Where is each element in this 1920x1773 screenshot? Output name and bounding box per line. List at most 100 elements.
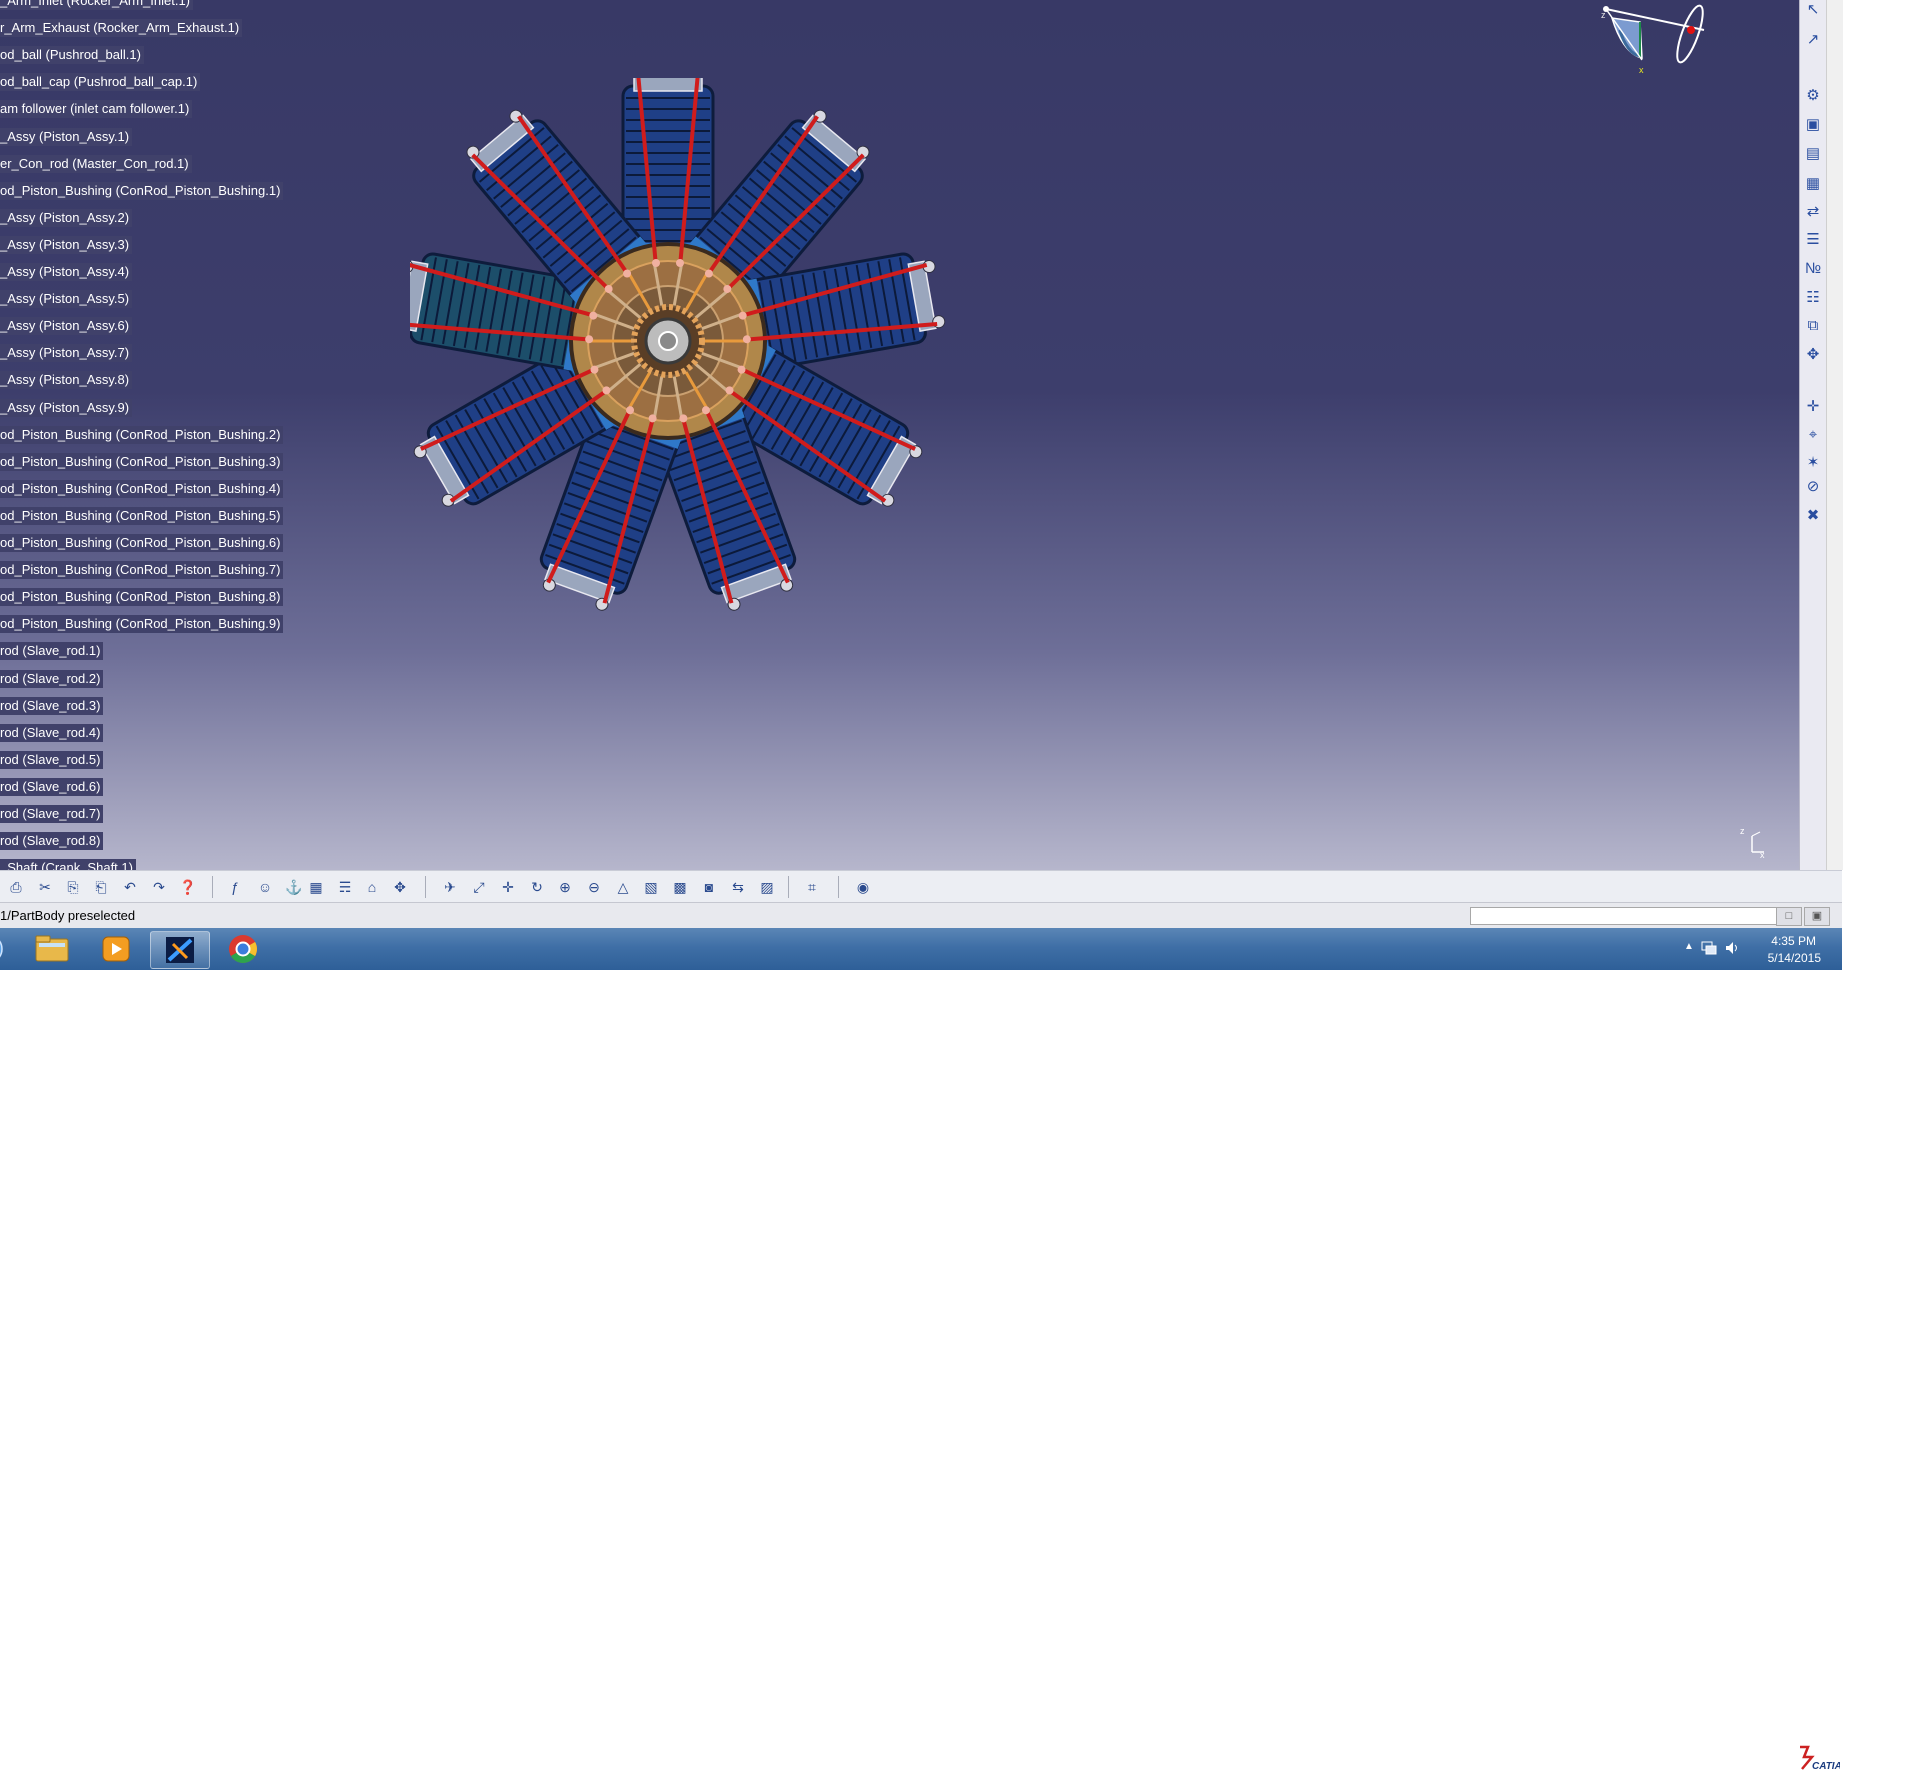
tree-node[interactable]: od_Piston_Bushing (ConRod_Piston_Bushing… (0, 452, 284, 471)
comment-icon[interactable]: ☺ (255, 878, 275, 896)
tree-node[interactable]: rod (Slave_rod.6) (0, 777, 104, 796)
snap-icon[interactable]: ⌖ (1803, 425, 1823, 445)
product-icon[interactable]: ▣ (1803, 115, 1823, 135)
zoom-in-icon[interactable]: ⊕ (555, 878, 575, 896)
tree-node[interactable]: od_Piston_Bushing (ConRod_Piston_Bushing… (0, 615, 284, 634)
crankshaft-center (658, 331, 678, 351)
taskbar-chrome[interactable] (214, 931, 272, 967)
multi-instantiation-icon[interactable]: ⧉ (1803, 316, 1823, 336)
swap-visible-icon[interactable]: ⇆ (728, 878, 748, 896)
copy-icon[interactable]: ⎘ (63, 878, 83, 896)
tree-node[interactable]: _Assy (Piston_Assy.8) (0, 371, 133, 390)
tree-node[interactable]: _Arm_Inlet (Rocker_Arm_Inlet.1) (0, 0, 194, 10)
bill-of-material-icon[interactable]: ☷ (1803, 288, 1823, 308)
tree-node[interactable]: er_Con_rod (Master_Con_rod.1) (0, 154, 192, 173)
tree-node[interactable]: _Assy (Piston_Assy.4) (0, 263, 133, 281)
graph-tree-reorder-icon[interactable]: ☰ (1803, 230, 1823, 250)
cut-icon[interactable]: ✂ (35, 878, 55, 896)
undo-icon[interactable]: ↶ (120, 878, 140, 896)
status-restore-button[interactable]: □ (1776, 907, 1802, 926)
clash-icon[interactable]: ✖ (1803, 506, 1823, 526)
window-scroll-edge[interactable] (1826, 0, 1843, 870)
compass-widget[interactable]: z x (1592, 0, 1712, 80)
tree-node[interactable]: rod (Slave_rod.7) (0, 805, 104, 823)
tree-node[interactable]: _Assy (Piston_Assy.6) (0, 317, 133, 336)
clock-date[interactable]: 5/14/2015 (1768, 951, 1821, 965)
tree-node[interactable]: rod (Slave_rod.2) (0, 669, 104, 688)
tree-node[interactable]: od_ball (Pushrod_ball.1) (0, 46, 144, 65)
radial-engine-model[interactable] (410, 78, 1075, 726)
tree-node[interactable]: od_Piston_Bushing (ConRod_Piston_Bushing… (0, 588, 284, 607)
grid-icon[interactable]: ⌗ (802, 878, 822, 896)
zoom-out-icon[interactable]: ⊖ (584, 878, 604, 896)
generate-numbering-icon[interactable]: № (1803, 259, 1823, 279)
formula-icon[interactable]: ƒ (225, 878, 245, 896)
fit-all-icon[interactable]: ⤢ (469, 878, 489, 896)
rotate-icon[interactable]: ↻ (527, 878, 547, 896)
network-icon[interactable] (1701, 941, 1717, 955)
paste-icon[interactable]: ⎗ (91, 878, 111, 896)
select-arrow-icon[interactable]: ↖ (1803, 0, 1823, 20)
replace-component-icon[interactable]: ⇄ (1803, 202, 1823, 222)
view-mode-icon[interactable]: ▨ (757, 878, 777, 896)
tree-node[interactable]: od_ball_cap (Pushrod_ball_cap.1) (0, 73, 201, 92)
3d-viewport[interactable]: _Arm_Inlet (Rocker_Arm_Inlet.1) r_Arm_Exh… (0, 0, 1799, 870)
tree-node[interactable]: am follower (inlet cam follower.1) (0, 100, 193, 119)
select-mode-icon[interactable]: ↗ (1803, 30, 1823, 50)
publication-icon[interactable]: ✥ (390, 878, 410, 896)
start-button[interactable] (0, 931, 6, 967)
tree-node[interactable]: r_Arm_Exhaust (Rocker_Arm_Exhaust.1) (0, 19, 243, 38)
tree-node[interactable]: _Assy (Piston_Assy.5) (0, 290, 133, 309)
lock-icon[interactable]: ⌂ (362, 878, 382, 896)
clock-time[interactable]: 4:35 PM (1771, 934, 1816, 948)
redo-icon[interactable]: ↷ (149, 878, 169, 896)
tree-node[interactable]: rod (Slave_rod.5) (0, 750, 104, 769)
knowledge-icon[interactable]: ⚓ (284, 878, 304, 896)
volume-icon[interactable] (1724, 940, 1740, 956)
status-power-input-button[interactable]: ▣ (1804, 907, 1830, 926)
folder-icon (35, 935, 69, 962)
whats-this-icon[interactable]: ❓ (178, 878, 198, 896)
explode-icon[interactable]: ✶ (1803, 453, 1823, 473)
tree-node[interactable]: rod (Slave_rod.8) (0, 832, 104, 851)
command-input[interactable] (1470, 907, 1778, 925)
shading-icon[interactable]: ▩ (670, 878, 690, 896)
tree-node[interactable]: od_Piston_Bushing (ConRod_Piston_Bushing… (0, 425, 284, 444)
taskbar-catia[interactable] (150, 931, 210, 969)
tree-node[interactable]: _Assy (Piston_Assy.3) (0, 235, 133, 254)
hide-show-icon[interactable]: ◙ (699, 878, 719, 896)
capture-icon[interactable]: ◉ (853, 878, 873, 896)
tree-node[interactable]: od_Piston_Bushing (ConRod_Piston_Bushing… (0, 534, 284, 552)
gear-assembly-icon[interactable]: ⚙ (1803, 86, 1823, 106)
manipulation-icon[interactable]: ✛ (1803, 397, 1823, 417)
existing-component-icon[interactable]: ▦ (1803, 174, 1823, 194)
tree-node[interactable]: _Assy (Piston_Assy.7) (0, 344, 133, 363)
taskbar-media-player[interactable] (87, 931, 145, 967)
tree-node[interactable]: od_Piston_Bushing (ConRod_Piston_Bushing… (0, 479, 284, 498)
triad-z-label: z (1740, 826, 1745, 836)
part-icon[interactable]: ▤ (1803, 144, 1823, 164)
chrome-icon (229, 935, 257, 963)
normal-view-icon[interactable]: △ (613, 878, 633, 896)
show-hidden-icons-icon[interactable]: ▲ (1684, 941, 1694, 952)
smart-move-icon[interactable]: ✥ (1803, 345, 1823, 365)
pan-icon[interactable]: ✛ (498, 878, 518, 896)
iso-view-icon[interactable]: ▧ (641, 878, 661, 896)
compass-z-label: z (1601, 10, 1606, 20)
table-icon[interactable]: ▦ (306, 878, 326, 896)
fly-mode-icon[interactable]: ✈ (440, 878, 460, 896)
tree-node[interactable]: od_Piston_Bushing (ConRod_Piston_Bushing… (0, 561, 284, 580)
tree-node[interactable]: _Assy (Piston_Assy.9) (0, 398, 133, 417)
tree-node[interactable]: od_Piston_Bushing (ConRod_Piston_Bushing… (0, 181, 284, 200)
print-icon[interactable]: ⎙ (6, 878, 26, 896)
stop-manipulate-icon[interactable]: ⊘ (1803, 477, 1823, 497)
tree-node[interactable]: rod (Slave_rod.1) (0, 642, 104, 661)
tree-node[interactable]: rod (Slave_rod.3) (0, 696, 104, 715)
tree-node[interactable]: _Shaft (Crank_Shaft.1) (0, 859, 136, 870)
tree-node[interactable]: rod (Slave_rod.4) (0, 723, 104, 742)
catalog-icon[interactable]: ☴ (335, 878, 355, 896)
tree-node[interactable]: od_Piston_Bushing (ConRod_Piston_Bushing… (0, 506, 284, 525)
tree-node[interactable]: _Assy (Piston_Assy.1) (0, 127, 133, 146)
taskbar-explorer[interactable] (23, 931, 81, 967)
tree-node[interactable]: _Assy (Piston_Assy.2) (0, 208, 133, 227)
